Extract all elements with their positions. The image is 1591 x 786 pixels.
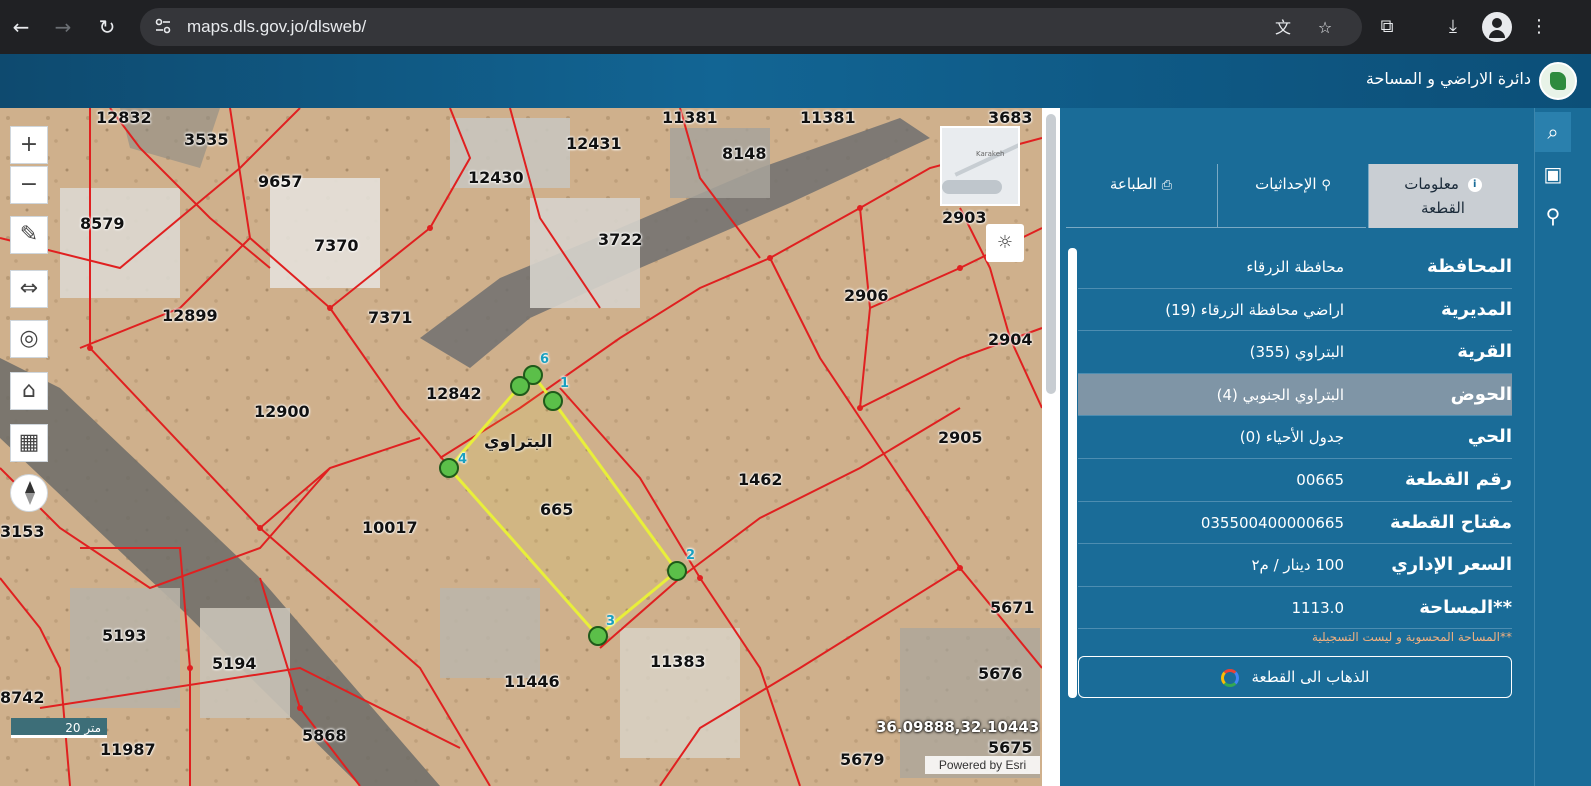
zoom-in-button[interactable]: + (10, 126, 48, 164)
forward-icon[interactable]: → (48, 12, 78, 42)
parcel-label[interactable]: 3683 (988, 108, 1033, 127)
home-icon[interactable]: ⌂ (10, 372, 48, 410)
parcel-label[interactable]: 2906 (844, 286, 889, 305)
info-row-directorate: المديرية اراضي محافظة الزرقاء (19) (1078, 289, 1512, 332)
chart-edit-icon[interactable]: ▦ (10, 424, 48, 462)
tab-print[interactable]: ⎙ الطباعة (1066, 164, 1216, 228)
map-scrollbar[interactable] (1042, 108, 1060, 786)
parcel-label[interactable]: 11383 (650, 652, 706, 671)
parcel-label[interactable]: 5194 (212, 654, 257, 673)
parcel-info-table: المحافظة محافظة الزرقاء المديرية اراضي م… (1078, 246, 1512, 630)
overview-map[interactable]: Karakeh (940, 126, 1020, 206)
parcel-label[interactable]: 3535 (184, 130, 229, 149)
parcel-label[interactable]: 5679 (840, 750, 885, 769)
parcel-label[interactable]: 12842 (426, 384, 482, 403)
basemap-brightness-icon[interactable]: ☼ (986, 224, 1024, 262)
parcel-label[interactable]: 5675 (988, 738, 1033, 757)
parcel-label[interactable]: 7370 (314, 236, 359, 255)
parcel-label[interactable]: 12430 (468, 168, 524, 187)
tab-parcel-info[interactable]: i معلومات القطعة (1368, 164, 1518, 228)
zoom-out-button[interactable]: − (10, 166, 48, 204)
parcel-label[interactable]: 11446 (504, 672, 560, 691)
print-icon: ⎙ (1161, 178, 1173, 193)
location-pin-icon[interactable]: ⚲ (1535, 196, 1571, 236)
extensions-icon[interactable]: ⧉ (1372, 12, 1402, 42)
parcel-label[interactable]: 3722 (598, 230, 643, 249)
menu-icon[interactable]: ⋮ (1524, 12, 1554, 42)
parcel-label[interactable]: 8148 (722, 144, 767, 163)
browser-toolbar: ← → ↻ maps.dls.gov.jo/dlsweb/ 文 ☆ ⧉ ⤓ ⋮ (0, 0, 1591, 54)
back-icon[interactable]: ← (6, 12, 36, 42)
parcel-label[interactable]: 3153 (0, 522, 45, 541)
search-icon[interactable]: ⌕ (1535, 112, 1571, 152)
parcel-label[interactable]: 5676 (978, 664, 1023, 683)
map-view[interactable]: 12832 3535 11381 11381 3683 12431 8148 1… (0, 108, 1042, 786)
parcel-label[interactable]: 2903 (942, 208, 987, 227)
parcel-label[interactable]: 12431 (566, 134, 622, 153)
info-row-neighborhood: الحي جدول الأحياء (0) (1078, 416, 1512, 459)
area-note: **المساحة المحسوبة و ليست التسجيلية (1311, 630, 1512, 644)
address-bar[interactable]: maps.dls.gov.jo/dlsweb/ 文 ☆ (140, 8, 1362, 46)
site-info-icon[interactable] (154, 17, 172, 35)
measure-icon[interactable]: ⇔ (10, 270, 48, 308)
vertex-label: 2 (686, 548, 696, 563)
url-text[interactable]: maps.dls.gov.jo/dlsweb/ (187, 17, 366, 37)
info-row-parcel-number: رقم القطعة 00665 (1078, 459, 1512, 502)
translate-icon[interactable]: 文 (1272, 17, 1294, 39)
parcel-label[interactable]: 8742 (0, 688, 45, 707)
draw-pencil-icon[interactable]: ✎ (10, 216, 48, 254)
parcel-label[interactable]: 5193 (102, 626, 147, 645)
info-icon: i (1467, 177, 1482, 192)
parcel-label[interactable]: 1462 (738, 470, 783, 489)
download-icon[interactable]: ⤓ (1438, 12, 1468, 42)
info-row-area: **المساحة 1113.0 (1078, 587, 1512, 630)
vertex-label: 3 (606, 614, 616, 629)
panel-tabs: i معلومات القطعة ⚲ الإحداثيات ⎙ الطباعة (1066, 164, 1518, 228)
info-scrollbar[interactable] (1068, 248, 1077, 698)
parcel-label[interactable]: 2905 (938, 428, 983, 447)
parcel-label[interactable]: 12899 (162, 306, 218, 325)
info-row-admin-price: السعر الإداري 100 دينار / م٢ (1078, 544, 1512, 587)
parcel-label[interactable]: 5671 (990, 598, 1035, 617)
village-label: البتراوي (484, 432, 553, 452)
parcel-label[interactable]: 8579 (80, 214, 125, 233)
parcel-label[interactable]: 7371 (368, 308, 413, 327)
esri-attribution[interactable]: Powered by Esri (925, 756, 1040, 774)
info-row-governorate: المحافظة محافظة الزرقاء (1078, 246, 1512, 289)
parcel-label[interactable]: 5868 (302, 726, 347, 745)
reload-icon[interactable]: ↻ (92, 12, 122, 42)
tab-coordinates[interactable]: ⚲ الإحداثيات (1218, 164, 1368, 228)
parcel-label-selected[interactable]: 665 (540, 500, 573, 519)
scale-bar: 20 متر (11, 718, 107, 738)
parcel-label[interactable]: 11987 (100, 740, 156, 759)
layers-folder-icon[interactable]: ▣ (1535, 154, 1571, 194)
goto-parcel-button[interactable]: الذهاب الى القطعة (1078, 656, 1512, 698)
app-title: دائرة الاراضي و المساحة (1365, 69, 1531, 88)
parcel-label[interactable]: 9657 (258, 172, 303, 191)
vertex-label: 6 (540, 352, 550, 367)
parcel-label[interactable]: 2904 (988, 330, 1033, 349)
info-row-basin: الحوض البتراوي الجنوبي (4) (1078, 373, 1512, 417)
parcel-label[interactable]: 10017 (362, 518, 418, 537)
app-header: دائرة الاراضي و المساحة (0, 54, 1591, 108)
profile-avatar[interactable] (1482, 12, 1512, 42)
vertex-label: 1 (560, 376, 570, 391)
star-icon[interactable]: ☆ (1314, 17, 1336, 39)
side-toolbar: ⌕ ▣ ⚲ (1534, 108, 1591, 786)
info-row-parcel-key: مفتاح القطعة 035500400000665 (1078, 502, 1512, 545)
parcel-label[interactable]: 12832 (96, 108, 152, 127)
compass-icon[interactable] (10, 474, 48, 512)
vertex-label: 4 (458, 452, 468, 467)
person-pin-icon: ⚲ (1321, 178, 1331, 193)
parcel-label[interactable]: 12900 (254, 402, 310, 421)
parcel-info-panel: i معلومات القطعة ⚲ الإحداثيات ⎙ الطباعة … (1060, 108, 1534, 786)
locate-target-icon[interactable]: ◎ (10, 320, 48, 358)
google-icon (1220, 668, 1239, 687)
info-row-village: القرية البتراوي (355) (1078, 331, 1512, 374)
dls-logo (1539, 62, 1577, 100)
parcel-label[interactable]: 11381 (662, 108, 718, 127)
coordinates-readout: 36.09888,32.10443 (876, 718, 1040, 736)
parcel-label[interactable]: 11381 (800, 108, 856, 127)
